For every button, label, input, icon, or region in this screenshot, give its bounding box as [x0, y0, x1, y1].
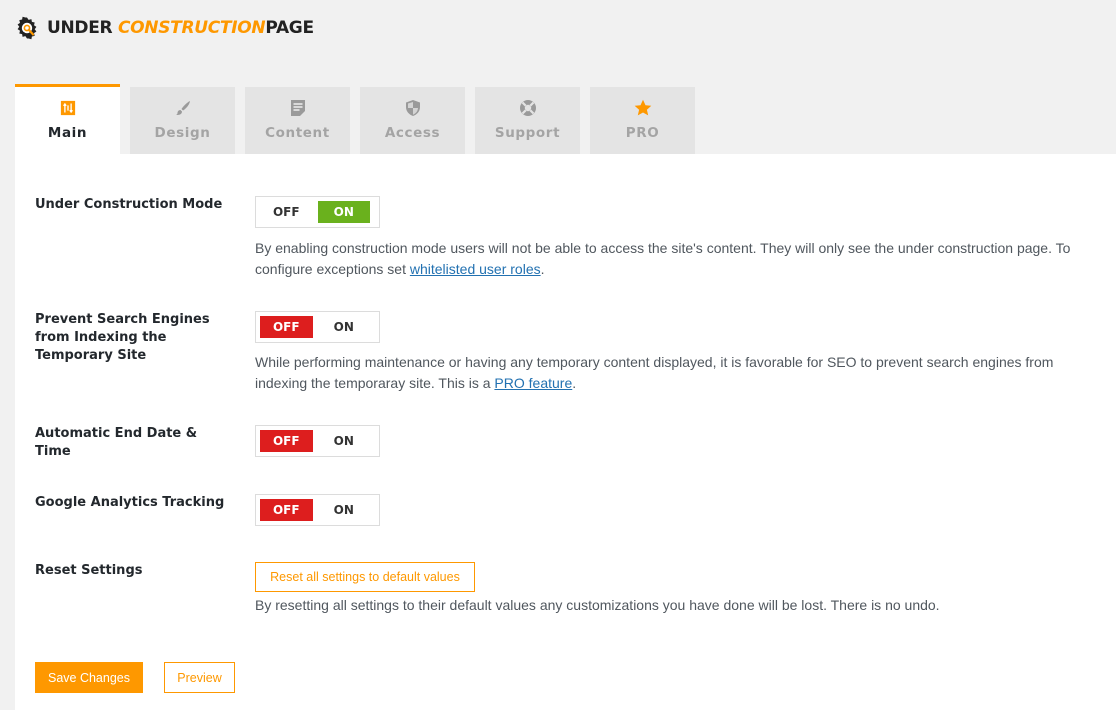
- toggle-on-option[interactable]: ON: [318, 499, 371, 521]
- prevent-search-label: Prevent Search Engines from Indexing the…: [35, 312, 210, 363]
- tab-content[interactable]: Content: [245, 87, 350, 154]
- shield-icon: [405, 100, 420, 116]
- construction-mode-label: Under Construction Mode: [35, 197, 223, 212]
- tab-label: Content: [265, 125, 330, 141]
- tab-access[interactable]: Access: [360, 87, 465, 154]
- brush-icon: [175, 101, 190, 115]
- whitelisted-user-roles-link[interactable]: whitelisted user roles: [410, 261, 541, 277]
- toggle-off-option[interactable]: OFF: [260, 499, 313, 521]
- tab-label: Support: [494, 125, 561, 141]
- tab-pro[interactable]: PRO: [590, 87, 695, 154]
- reset-defaults-button[interactable]: Reset all settings to default values: [255, 562, 475, 592]
- tab-label: Access: [384, 125, 441, 141]
- preview-button[interactable]: Preview: [164, 662, 235, 693]
- end-date-label: Automatic End Date & Time: [35, 426, 198, 459]
- end-date-toggle[interactable]: OFF ON: [255, 425, 380, 457]
- prevent-search-description: While performing maintenance or having a…: [255, 354, 1054, 391]
- logo: UNDER CONSTRUCTIONPAGE: [15, 14, 314, 42]
- toggle-off-option[interactable]: OFF: [260, 430, 313, 452]
- tab-design[interactable]: Design: [130, 87, 235, 154]
- prevent-search-toggle[interactable]: OFF ON: [255, 311, 380, 343]
- analytics-label: Google Analytics Tracking: [35, 495, 225, 510]
- main-settings-panel: Under Construction Mode OFF ON By enabli…: [15, 154, 1116, 710]
- reset-settings-label: Reset Settings: [35, 563, 143, 578]
- construction-mode-toggle[interactable]: OFF ON: [255, 196, 380, 228]
- pro-feature-link[interactable]: PRO feature: [494, 375, 572, 391]
- star-icon: [634, 99, 651, 116]
- toggle-on-option[interactable]: ON: [318, 316, 371, 338]
- reset-description: By resetting all settings to their defau…: [255, 597, 940, 613]
- gear-logo-icon: [17, 16, 37, 40]
- lifebuoy-icon: [519, 100, 536, 116]
- tab-support[interactable]: Support: [475, 87, 580, 154]
- settings-tabs: Main Design Content Access Support PRO: [15, 84, 705, 154]
- brand-wordmark: UNDER CONSTRUCTIONPAGE: [47, 18, 314, 38]
- tab-main[interactable]: Main: [15, 84, 120, 154]
- toggle-on-option[interactable]: ON: [318, 430, 371, 452]
- tab-label: Main: [47, 125, 88, 141]
- toggle-on-option[interactable]: ON: [317, 201, 370, 223]
- toggle-off-option[interactable]: OFF: [260, 316, 313, 338]
- construction-mode-description: By enabling construction mode users will…: [255, 240, 1071, 277]
- toggle-off-option[interactable]: OFF: [260, 201, 313, 223]
- tab-label: Design: [154, 125, 211, 141]
- analytics-toggle[interactable]: OFF ON: [255, 494, 380, 526]
- save-changes-button[interactable]: Save Changes: [35, 662, 143, 693]
- document-icon: [290, 100, 305, 116]
- tab-label: PRO: [625, 125, 660, 141]
- sliders-icon: [60, 100, 75, 116]
